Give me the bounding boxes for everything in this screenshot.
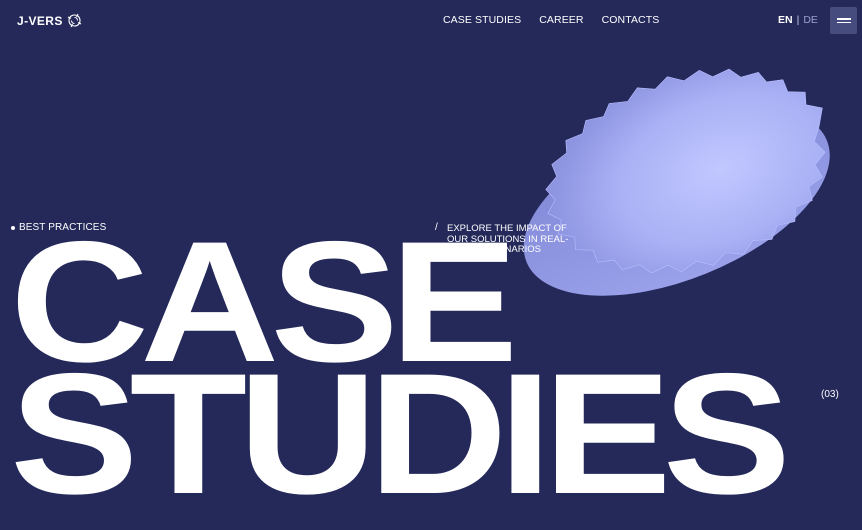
spiral-icon [67, 13, 81, 28]
lang-de[interactable]: DE [803, 14, 818, 26]
title-line-2: STUDIES [10, 338, 791, 530]
case-count: (03) [821, 389, 839, 400]
nav-case-studies[interactable]: CASE STUDIES [443, 14, 521, 26]
nav-contacts[interactable]: CONTACTS [602, 14, 660, 26]
main-nav: CASE STUDIES CAREER CONTACTS [443, 14, 659, 26]
logo[interactable]: J-VERS [17, 13, 82, 28]
language-switcher: EN | DE [778, 14, 818, 26]
lang-en[interactable]: EN [778, 14, 793, 26]
nav-career[interactable]: CAREER [539, 14, 583, 26]
lang-separator: | [796, 14, 800, 26]
brand-name: J-VERS [17, 13, 63, 28]
page-title: CASE STUDIES [10, 216, 791, 530]
hamburger-icon [836, 18, 851, 20]
menu-button[interactable] [830, 7, 857, 34]
